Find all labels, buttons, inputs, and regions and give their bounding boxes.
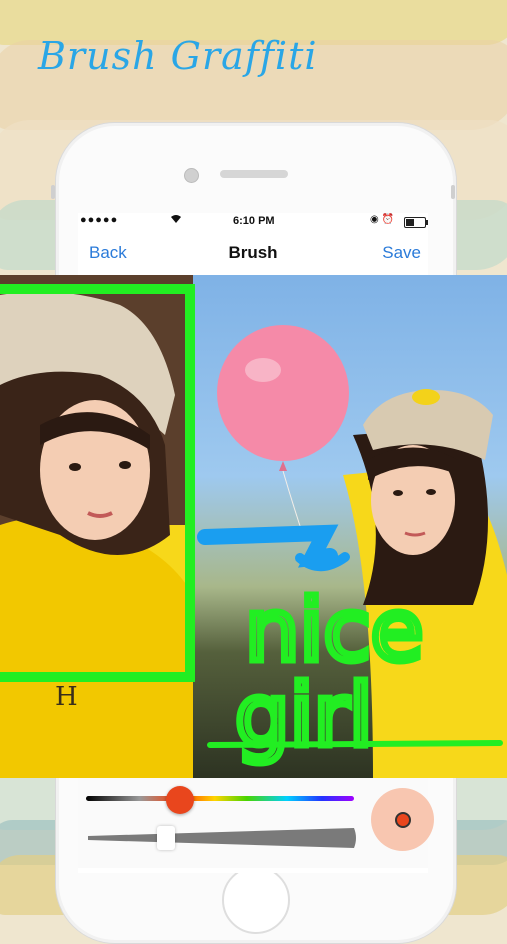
save-button[interactable]: Save xyxy=(382,243,421,263)
brush-color-dot xyxy=(395,812,411,828)
drawing-canvas[interactable]: H nice girl xyxy=(0,275,507,778)
size-slider-track[interactable] xyxy=(86,826,358,850)
promo-title: Brush Graffiti xyxy=(38,34,318,78)
color-slider-track[interactable] xyxy=(86,796,354,801)
phone-button xyxy=(451,185,455,199)
nav-bar: Back Brush Save xyxy=(78,236,428,268)
size-slider-thumb[interactable] xyxy=(157,826,176,850)
brush-preview-button[interactable] xyxy=(371,788,434,851)
wifi-icon xyxy=(170,214,182,227)
battery-icon xyxy=(404,217,428,228)
status-bar: ●●●●● 6:10 PM ◉ ⏰ xyxy=(78,213,428,233)
phone-speaker xyxy=(220,170,288,178)
green-frame-stroke xyxy=(0,284,195,682)
graffiti-text-line2: girl xyxy=(235,666,373,766)
nav-title: Brush xyxy=(228,243,278,262)
signal-icon: ●●●●● xyxy=(80,214,119,226)
alarm-icon: ◉ ⏰ xyxy=(370,214,394,225)
color-slider-thumb[interactable] xyxy=(165,786,194,814)
blue-stroke xyxy=(197,524,339,568)
status-time: 6:10 PM xyxy=(233,215,275,227)
graffiti-layer: nice girl xyxy=(0,284,503,770)
front-camera xyxy=(184,168,199,183)
phone-button xyxy=(51,185,55,199)
home-button[interactable] xyxy=(222,866,290,934)
